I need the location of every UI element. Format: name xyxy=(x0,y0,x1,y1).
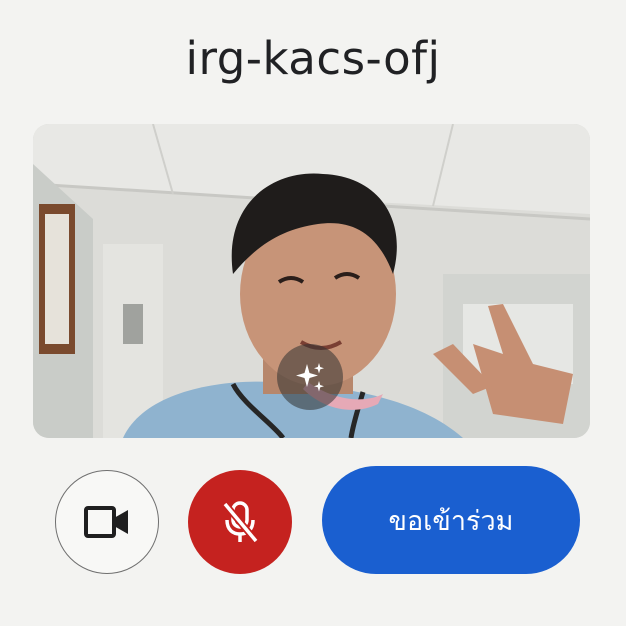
visual-effects-button[interactable] xyxy=(277,344,343,410)
camera-toggle-button[interactable] xyxy=(55,470,159,574)
microphone-toggle-button[interactable] xyxy=(188,470,292,574)
ask-to-join-button[interactable]: ขอเข้าร่วม xyxy=(322,466,580,574)
camera-preview xyxy=(33,124,590,438)
meeting-code-title: irg-kacs-ofj xyxy=(185,32,441,85)
mic-off-icon xyxy=(222,501,259,544)
sparkle-icon xyxy=(296,363,324,392)
videocam-icon xyxy=(84,506,128,538)
